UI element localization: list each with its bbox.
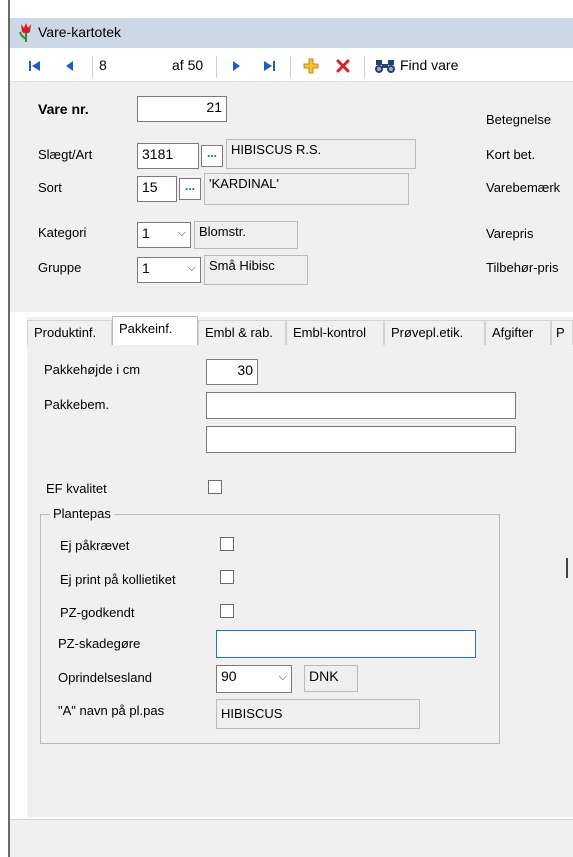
oprindelsesland-value: 90 bbox=[221, 668, 237, 684]
kategori-select[interactable]: 1 ⌵ bbox=[137, 222, 191, 248]
kategori-name-field: Blomstr. bbox=[194, 221, 298, 249]
toolbar-separator bbox=[216, 56, 217, 78]
varepris-label: Varepris bbox=[486, 226, 534, 241]
sort-name-field: 'KARDINAL' bbox=[204, 173, 409, 205]
betegnelse-label: Betegnelse bbox=[486, 112, 552, 127]
kategori-value: 1 bbox=[142, 225, 150, 241]
status-bar bbox=[10, 819, 573, 857]
tab-produktinf[interactable]: Produktinf. bbox=[27, 320, 112, 345]
splitter-handle[interactable] bbox=[566, 558, 568, 578]
tilbehor-pris-label: Tilbehør-pris bbox=[486, 260, 559, 275]
chevron-down-icon: ⌵ bbox=[187, 262, 196, 274]
pakkehojde-label: Pakkehøjde i cm bbox=[44, 362, 141, 377]
kategori-label: Kategori bbox=[38, 225, 87, 240]
record-number-input[interactable] bbox=[97, 53, 169, 77]
gruppe-value: 1 bbox=[142, 260, 150, 276]
pakkehojde-input[interactable]: 30 bbox=[206, 359, 258, 385]
sort-lookup-button[interactable]: ... bbox=[179, 178, 201, 200]
pz-skadegore-label: PZ-skadegøre bbox=[58, 636, 141, 651]
chevron-down-icon: ⌵ bbox=[278, 671, 287, 683]
record-toolbar bbox=[10, 48, 573, 82]
tab-embl-rab[interactable]: Embl & rab. bbox=[198, 320, 286, 345]
tab-afgifter[interactable]: Afgifter bbox=[485, 320, 551, 345]
vare-nr-label: Vare nr. bbox=[38, 101, 89, 117]
oprindelsesland-code: DNK bbox=[304, 665, 358, 692]
ej-print-label: Ej print på kollietiket bbox=[60, 572, 176, 587]
vare-nr-input[interactable]: 21 bbox=[137, 96, 227, 122]
pz-skadegore-input[interactable] bbox=[216, 630, 476, 658]
first-record-button[interactable] bbox=[24, 54, 46, 78]
sort-code-input[interactable]: 15 bbox=[137, 176, 177, 202]
a-navn-label: "A" navn på pl.pas bbox=[58, 703, 165, 718]
tab-more[interactable]: P bbox=[551, 320, 573, 345]
add-record-button[interactable] bbox=[300, 54, 322, 78]
oprindelsesland-select[interactable]: 90 ⌵ bbox=[216, 665, 292, 693]
ej-paakraevet-checkbox[interactable] bbox=[220, 537, 234, 551]
next-record-icon bbox=[233, 61, 240, 71]
last-record-icon bbox=[264, 61, 275, 71]
tulip-app-icon bbox=[16, 21, 36, 43]
slaegt-lookup-button[interactable]: ... bbox=[201, 145, 223, 167]
slaegt-label: Slægt/Art bbox=[38, 147, 93, 162]
delete-record-button[interactable] bbox=[332, 54, 354, 78]
slaegt-name-field: HIBISCUS R.S. bbox=[226, 139, 416, 169]
tab-embl-kontrol[interactable]: Embl-kontrol bbox=[286, 320, 384, 345]
last-record-button[interactable] bbox=[258, 54, 280, 78]
delete-icon bbox=[336, 59, 350, 73]
tab-proevepl-etik[interactable]: Prøvepl.etik. bbox=[384, 320, 485, 345]
first-record-icon bbox=[29, 61, 40, 71]
window-title: Vare-kartotek bbox=[38, 24, 121, 40]
gruppe-name-field: Små Hibisc bbox=[204, 255, 308, 285]
next-record-button[interactable] bbox=[226, 54, 248, 78]
gruppe-select[interactable]: 1 ⌵ bbox=[137, 257, 201, 283]
ef-kvalitet-checkbox[interactable] bbox=[208, 480, 222, 494]
add-icon bbox=[303, 58, 319, 74]
toolbar-separator bbox=[364, 56, 365, 78]
plantepas-title: Plantepas bbox=[50, 506, 114, 521]
record-count: af 50 bbox=[172, 57, 204, 73]
chevron-down-icon: ⌵ bbox=[177, 227, 186, 239]
pakkebem-label: Pakkebem. bbox=[44, 397, 110, 412]
previous-record-button[interactable] bbox=[58, 54, 80, 78]
pz-godkendt-label: PZ-godkendt bbox=[60, 605, 135, 620]
find-label[interactable]: Find vare bbox=[400, 57, 458, 73]
find-button[interactable] bbox=[372, 54, 398, 78]
a-navn-field: HIBISCUS bbox=[216, 699, 420, 729]
varebemaerk-label: Varebemærk bbox=[486, 180, 561, 195]
pakkebem-input-line1[interactable] bbox=[206, 392, 516, 419]
previous-record-icon bbox=[66, 61, 73, 71]
toolbar-separator bbox=[92, 56, 93, 78]
pakkebem-input-line2[interactable] bbox=[206, 426, 516, 453]
toolbar-separator bbox=[290, 56, 291, 78]
gruppe-label: Gruppe bbox=[38, 260, 82, 275]
slaegt-code-input[interactable]: 3181 bbox=[137, 143, 199, 169]
tab-pakkeinf[interactable]: Pakkeinf. bbox=[112, 316, 198, 346]
binoculars-icon bbox=[375, 60, 395, 73]
kort-bet-label: Kort bet. bbox=[486, 147, 536, 162]
sort-label: Sort bbox=[38, 180, 62, 195]
pz-godkendt-checkbox[interactable] bbox=[220, 604, 234, 618]
ej-print-checkbox[interactable] bbox=[220, 570, 234, 584]
ej-paakraevet-label: Ej påkrævet bbox=[60, 538, 130, 553]
ef-kvalitet-label: EF kvalitet bbox=[46, 481, 107, 496]
oprindelsesland-label: Oprindelsesland bbox=[58, 670, 152, 685]
